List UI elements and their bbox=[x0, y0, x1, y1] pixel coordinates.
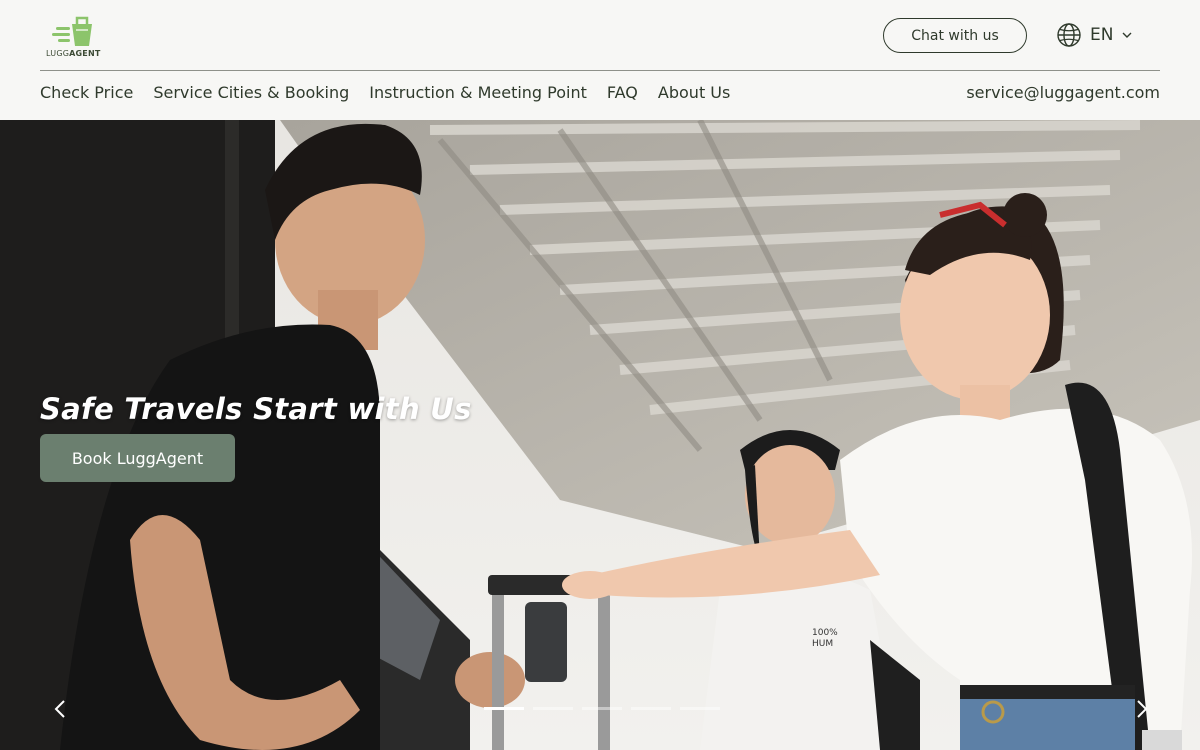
carousel-indicator[interactable] bbox=[680, 707, 720, 710]
svg-text:HUM: HUM bbox=[812, 639, 833, 649]
chevron-down-icon bbox=[1122, 32, 1132, 38]
book-luggagent-button[interactable]: Book LuggAgent bbox=[40, 434, 235, 482]
hero-carousel: 100% HUM Safe Travels Start with Us Book… bbox=[0, 120, 1200, 750]
logo-wordmark: LUGGAGENT bbox=[46, 49, 101, 58]
carousel-prev-button[interactable] bbox=[46, 694, 76, 724]
hero-title: Safe Travels Start with Us bbox=[40, 392, 472, 426]
chevron-right-icon bbox=[1137, 700, 1148, 718]
chat-with-us-button[interactable]: Chat with us bbox=[883, 18, 1027, 53]
language-code: EN bbox=[1090, 25, 1114, 45]
site-header: LUGGAGENT Chat with us EN Check Price Se… bbox=[0, 0, 1200, 120]
carousel-next-button[interactable] bbox=[1126, 694, 1156, 724]
main-nav: Check Price Service Cities & Booking Ins… bbox=[40, 83, 730, 102]
carousel-indicators bbox=[484, 707, 720, 710]
carousel-indicator[interactable] bbox=[582, 707, 622, 710]
carousel-indicator[interactable] bbox=[484, 707, 524, 710]
nav-check-price[interactable]: Check Price bbox=[40, 83, 133, 102]
language-selector[interactable]: EN bbox=[1056, 22, 1133, 48]
nav-faq[interactable]: FAQ bbox=[607, 83, 638, 102]
chevron-left-icon bbox=[54, 700, 65, 718]
carousel-indicator[interactable] bbox=[631, 707, 671, 710]
nav-about-us[interactable]: About Us bbox=[658, 83, 730, 102]
svg-text:100%: 100% bbox=[812, 628, 838, 638]
nav-service-cities-booking[interactable]: Service Cities & Booking bbox=[153, 83, 349, 102]
contact-email-link[interactable]: service@luggagent.com bbox=[966, 83, 1160, 102]
header-divider bbox=[40, 70, 1160, 71]
nav-instruction-meeting-point[interactable]: Instruction & Meeting Point bbox=[369, 83, 587, 102]
luggage-speed-icon bbox=[52, 16, 92, 46]
carousel-indicator[interactable] bbox=[533, 707, 573, 710]
globe-icon bbox=[1057, 23, 1081, 47]
luggagent-logo[interactable]: LUGGAGENT bbox=[42, 12, 108, 60]
